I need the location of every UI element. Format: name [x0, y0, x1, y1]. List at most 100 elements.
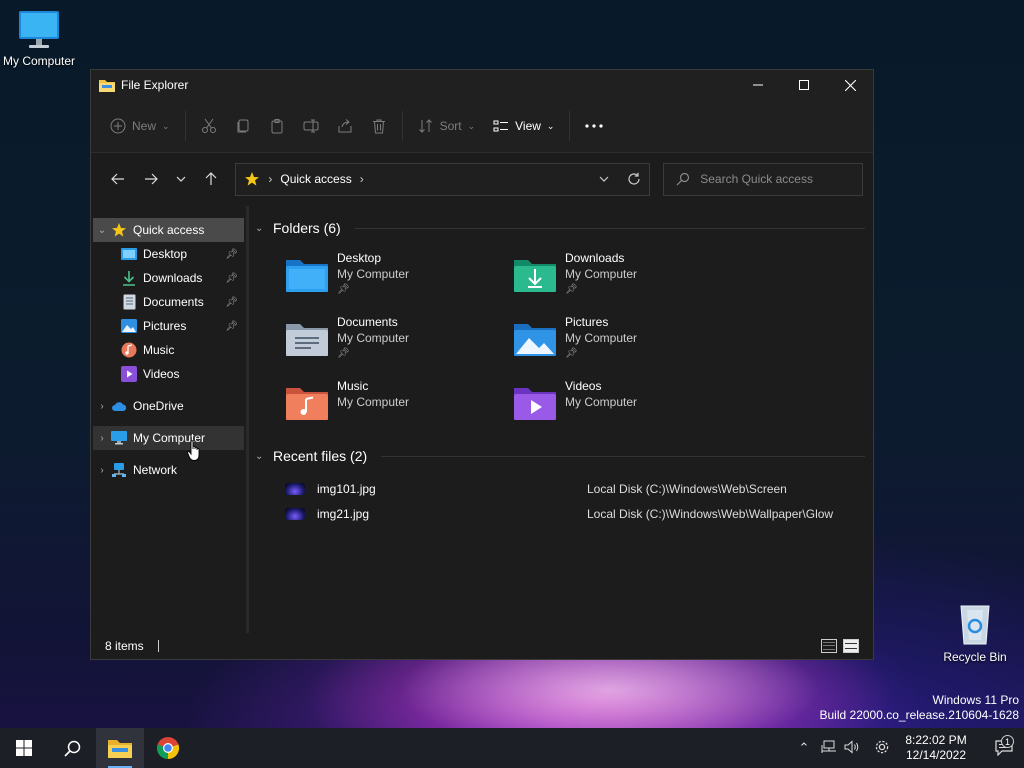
refresh-icon[interactable] — [627, 172, 641, 186]
recent-file-row[interactable]: img101.jpg Local Disk (C:)\Windows\Web\S… — [285, 476, 865, 501]
windows-watermark: Windows 11 Pro Build 22000.co_release.21… — [820, 693, 1020, 723]
search-button[interactable] — [48, 728, 96, 768]
sidebar-item-quick-access[interactable]: ⌄ Quick access — [93, 218, 244, 242]
notification-center-button[interactable]: 1 — [984, 735, 1024, 756]
folder-tile-videos[interactable]: Videos My Computer — [513, 378, 741, 432]
folder-tile-music[interactable]: Music My Computer — [285, 378, 513, 432]
share-button[interactable] — [328, 110, 362, 142]
folder-name: Documents — [337, 315, 398, 329]
windows-logo-icon — [16, 740, 32, 756]
taskbar-file-explorer[interactable] — [96, 728, 144, 768]
folder-tile-desktop[interactable]: Desktop My Computer 📌︎ — [285, 250, 513, 304]
more-icon — [585, 124, 604, 128]
sidebar-item-desktop[interactable]: Desktop 📌︎ — [93, 242, 244, 266]
window-title: File Explorer — [121, 78, 189, 92]
start-button[interactable] — [0, 728, 48, 768]
toolbar-divider — [401, 111, 403, 141]
desktop-icon-recycle-bin[interactable]: Recycle Bin — [930, 602, 1020, 664]
search-box[interactable]: Search Quick access — [663, 162, 863, 196]
more-options-button[interactable] — [576, 110, 612, 142]
sidebar-item-music[interactable]: Music — [93, 338, 244, 362]
chevron-right-icon[interactable]: › — [93, 465, 111, 476]
hand-cursor-icon — [187, 440, 200, 461]
toolbar-divider — [184, 111, 186, 141]
chevron-down-icon: ⌄ — [467, 120, 476, 131]
desktop-icon-my-computer[interactable]: My Computer — [0, 10, 84, 68]
details-view-button[interactable] — [821, 639, 837, 653]
paste-button[interactable] — [260, 110, 294, 142]
network-status-icon[interactable] — [816, 740, 840, 757]
status-divider — [157, 640, 159, 652]
copy-button[interactable] — [226, 110, 260, 142]
back-button[interactable] — [101, 173, 135, 185]
sidebar-item-videos[interactable]: Videos — [93, 362, 244, 386]
folders-section-header[interactable]: ⌄ Folders (6) — [255, 214, 865, 242]
rename-button[interactable] — [294, 110, 328, 142]
plus-circle-icon — [110, 118, 126, 134]
sidebar-item-downloads[interactable]: Downloads 📌︎ — [93, 266, 244, 290]
cut-button[interactable] — [192, 110, 226, 142]
minimize-button[interactable] — [735, 70, 781, 100]
folder-location: My Computer — [565, 331, 638, 345]
tiles-view-button[interactable] — [843, 639, 859, 653]
chevron-down-icon[interactable]: ⌄ — [93, 225, 111, 236]
pin-icon: 📌︎ — [225, 272, 238, 284]
navigation-bar: › Quick access › Search Quick access — [91, 153, 873, 205]
sidebar-item-onedrive[interactable]: › OneDrive — [93, 394, 244, 418]
sidebar-item-label: Quick access — [133, 223, 205, 237]
pin-icon: 📌︎ — [565, 348, 578, 359]
folder-tile-downloads[interactable]: Downloads My Computer 📌︎ — [513, 250, 741, 304]
desktop-icon-label: Recycle Bin — [943, 650, 1007, 664]
up-button[interactable] — [194, 172, 228, 186]
settings-gear-icon[interactable] — [870, 739, 894, 758]
sort-button[interactable]: Sort ⌄ — [409, 110, 485, 142]
maximize-button[interactable] — [781, 70, 827, 100]
sidebar-item-label: Videos — [143, 367, 180, 381]
sidebar-item-network[interactable]: › Network — [93, 458, 244, 482]
delete-button[interactable] — [362, 110, 396, 142]
pin-icon: 📌︎ — [337, 284, 350, 295]
volume-icon[interactable] — [840, 739, 864, 757]
title-bar[interactable]: File Explorer — [91, 70, 873, 100]
chevron-down-icon[interactable] — [599, 176, 609, 182]
sidebar-item-pictures[interactable]: Pictures 📌︎ — [93, 314, 244, 338]
recent-file-row[interactable]: img21.jpg Local Disk (C:)\Windows\Web\Wa… — [285, 501, 865, 526]
chevron-right-icon[interactable]: › — [93, 433, 111, 444]
new-button[interactable]: New ⌄ — [101, 110, 179, 142]
address-bar[interactable]: › Quick access › — [235, 162, 651, 196]
sidebar-item-label: OneDrive — [133, 399, 184, 413]
chevron-down-icon[interactable]: ⌄ — [255, 451, 267, 462]
navigation-pane: ⌄ Quick access Desktop 📌︎ Downloads 📌︎ D… — [91, 206, 249, 633]
arrow-right-icon — [145, 173, 159, 185]
folder-icon — [99, 80, 115, 92]
documents-folder-icon — [286, 324, 328, 356]
pin-icon: 📌︎ — [225, 248, 238, 260]
taskbar-chrome[interactable] — [144, 728, 192, 768]
close-button[interactable] — [827, 70, 873, 100]
chevron-right-icon[interactable]: › — [93, 401, 111, 412]
videos-folder-icon — [514, 388, 556, 420]
folder-tile-documents[interactable]: Documents My Computer 📌︎ — [285, 314, 513, 368]
arrow-up-icon — [205, 172, 217, 185]
search-placeholder: Search Quick access — [700, 172, 813, 186]
folder-tile-pictures[interactable]: Pictures My Computer 📌︎ — [513, 314, 741, 368]
chevron-down-icon[interactable]: ⌄ — [255, 223, 267, 234]
forward-button[interactable] — [135, 173, 169, 185]
pin-icon: 📌︎ — [337, 348, 350, 359]
sidebar-item-my-computer[interactable]: › My Computer — [93, 426, 244, 450]
section-divider — [354, 227, 865, 229]
sidebar-item-label: Network — [133, 463, 178, 477]
item-count: 8 items — [105, 639, 144, 653]
breadcrumb-separator-icon[interactable]: › — [360, 172, 364, 186]
recent-file-name: img21.jpg — [317, 506, 370, 521]
sidebar-item-documents[interactable]: Documents 📌︎ — [93, 290, 244, 314]
recent-section-header[interactable]: ⌄ Recent files (2) — [255, 442, 865, 470]
chevron-up-icon[interactable]: ⌃ — [792, 740, 816, 756]
clock-date: 12/14/2022 — [905, 748, 967, 762]
view-button[interactable]: View ⌄ — [484, 110, 563, 142]
clock[interactable]: 8:22:02 PM 12/14/2022 — [900, 733, 972, 763]
breadcrumb-quick-access[interactable]: Quick access — [280, 172, 351, 186]
music-folder-icon — [286, 388, 328, 420]
sidebar-item-label: Music — [143, 343, 175, 357]
recent-locations-button[interactable] — [168, 176, 194, 182]
